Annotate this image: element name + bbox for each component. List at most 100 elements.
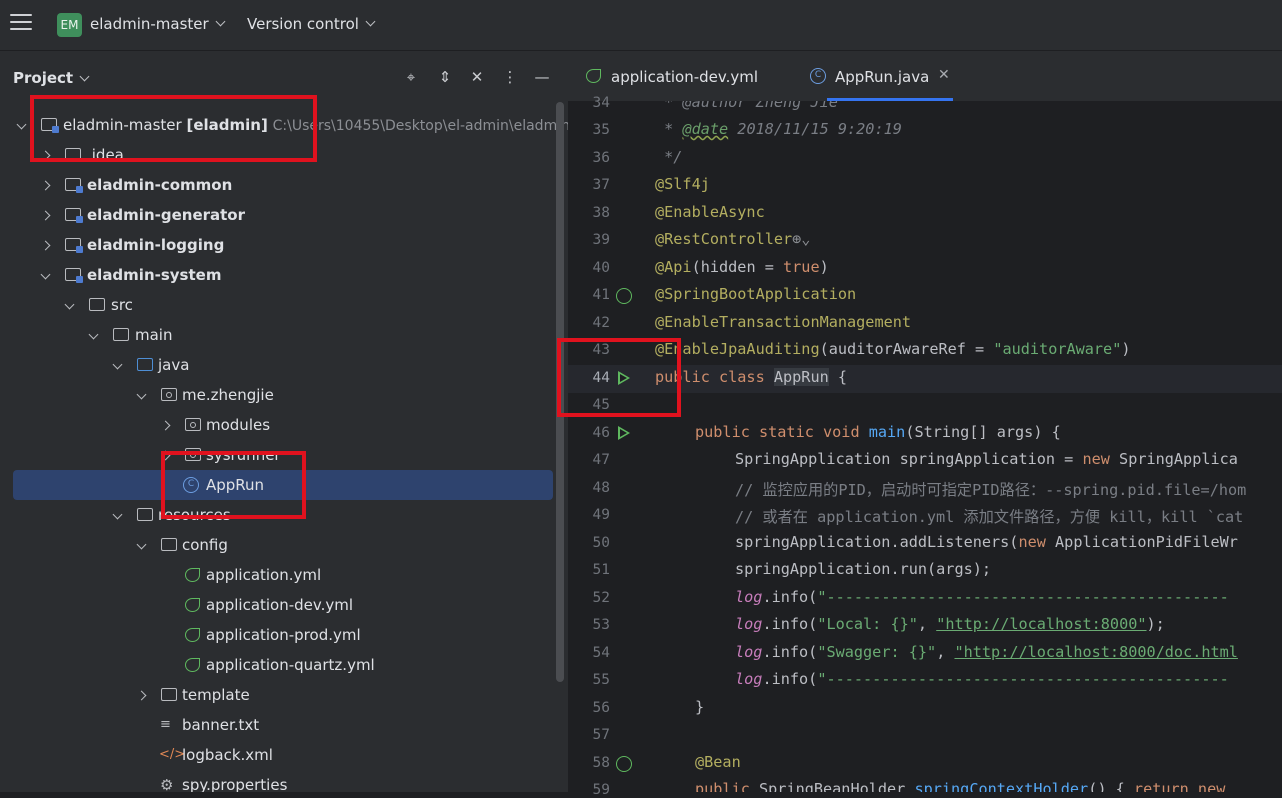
tree-row-idea[interactable]: .idea <box>0 140 556 170</box>
package-icon <box>185 418 201 431</box>
tree-row-eladmin-logging[interactable]: eladmin-logging <box>0 230 556 260</box>
tree-row-spy-properties[interactable]: ⚙ spy.properties <box>0 770 556 792</box>
line-number: 52 <box>592 590 610 606</box>
code-line: // 或者在 application.yml 添加文件路径，方便 kill，ki… <box>735 508 1244 526</box>
code-token: new <box>1082 450 1110 468</box>
expand-arrow-icon[interactable] <box>112 509 123 520</box>
expand-arrow-icon[interactable] <box>112 359 123 370</box>
bean-icon[interactable] <box>616 756 632 772</box>
line-number: 41 <box>592 287 610 303</box>
chevron-down-icon <box>215 16 226 27</box>
expand-arrow-icon[interactable] <box>88 329 99 340</box>
code-token: .info( <box>762 670 818 688</box>
project-view-selector[interactable]: Project <box>13 69 90 87</box>
tree-row-src[interactable]: src <box>0 290 556 320</box>
tree-row-java[interactable]: java <box>0 350 556 380</box>
tree-row-application-prod-yml[interactable]: application-prod.yml <box>0 620 556 650</box>
close-icon[interactable]: ✕ <box>938 67 950 83</box>
code-line: // 监控应用的PID，启动时可指定PID路径：--spring.pid.fil… <box>735 481 1247 499</box>
code-token: new <box>1018 533 1046 551</box>
tree-row-apprun[interactable]: C AppRun <box>13 470 553 500</box>
expand-arrow-icon[interactable] <box>160 450 171 461</box>
tree-row-banner-txt[interactable]: ≡ banner.txt <box>0 710 556 740</box>
globe-icon[interactable]: ⊕⌄ <box>792 230 810 248</box>
tree-row-template[interactable]: template <box>0 680 556 710</box>
line-number: 42 <box>592 315 610 331</box>
tree-row-application-yml[interactable]: application.yml <box>0 560 556 590</box>
expand-arrow-icon[interactable] <box>136 539 147 550</box>
package-icon <box>185 448 201 461</box>
tree-row-logback-xml[interactable]: </> logback.xml <box>0 740 556 770</box>
tree-row-main[interactable]: main <box>0 320 556 350</box>
tree-label: .idea <box>87 146 124 164</box>
code-token: (hidden = <box>691 258 784 276</box>
run-icon[interactable] <box>618 371 630 385</box>
code-token: public class <box>655 368 774 386</box>
folder-icon <box>161 538 177 551</box>
tree-row-eladmin-generator[interactable]: eladmin-generator <box>0 200 556 230</box>
tree-label: me.zhengjie <box>182 386 274 404</box>
code-token: .info( <box>762 615 818 633</box>
expand-arrow-icon[interactable] <box>136 389 147 400</box>
line-number: 50 <box>592 535 610 551</box>
code-line: @EnableJpaAuditing(auditorAwareRef = "au… <box>655 340 1131 358</box>
tree-row-eladmin-system[interactable]: eladmin-system <box>0 260 556 290</box>
folder-icon <box>113 328 129 341</box>
expand-arrow-icon[interactable] <box>16 119 27 130</box>
tree-row-eladmin-master[interactable]: eladmin-master [eladmin] C:\Users\10455\… <box>0 110 568 140</box>
code-link[interactable]: "http://localhost:8000" <box>936 615 1146 633</box>
code-token: "Local: {}" <box>817 615 918 633</box>
project-tree-scrollbar[interactable] <box>556 102 564 682</box>
code-token: "---------------------------------------… <box>817 670 1229 688</box>
version-control-menu[interactable]: Version control <box>247 15 376 33</box>
tree-label: modules <box>206 416 271 434</box>
tree-row-config[interactable]: config <box>0 530 556 560</box>
spring-config-icon <box>185 658 200 672</box>
tree-label: eladmin-master <box>63 116 182 134</box>
hide-panel-icon[interactable]: — <box>533 68 551 86</box>
code-area[interactable]: * @author Zheng Jie * @date 2018/11/15 9… <box>655 101 1282 792</box>
project-switcher[interactable]: eladmin-master <box>90 15 226 33</box>
project-badge[interactable]: EM <box>57 13 82 37</box>
code-line: } <box>695 698 705 716</box>
tab-application-dev-yml[interactable]: application-dev.yml <box>611 51 758 101</box>
tree-row-application-quartz-yml[interactable]: application-quartz.yml <box>0 650 556 680</box>
tree-label: banner.txt <box>182 716 260 734</box>
tree-row-eladmin-common[interactable]: eladmin-common <box>0 170 556 200</box>
code-line: @EnableAsync <box>655 203 765 221</box>
more-options-icon[interactable]: ⋮ <box>501 68 519 86</box>
expand-arrow-icon[interactable] <box>40 150 51 161</box>
code-token: , <box>936 643 955 661</box>
tree-row-me-zhengjie[interactable]: me.zhengjie <box>0 380 556 410</box>
expand-arrow-icon[interactable] <box>40 240 51 251</box>
code-token: , <box>917 615 937 633</box>
expand-arrow-icon[interactable] <box>40 210 51 221</box>
expand-arrow-icon[interactable] <box>40 269 51 280</box>
code-link[interactable]: "http://localhost:8000/doc.html <box>954 643 1237 661</box>
collapse-all-icon[interactable]: ✕ <box>468 68 486 86</box>
expand-all-icon[interactable]: ⇕ <box>436 68 454 86</box>
expand-arrow-icon[interactable] <box>64 299 75 310</box>
spring-config-icon <box>185 598 200 612</box>
tree-label: eladmin-logging <box>87 236 225 254</box>
expand-arrow-icon[interactable] <box>40 180 51 191</box>
panel-title: Project <box>13 69 74 87</box>
tree-row-application-dev-yml[interactable]: application-dev.yml <box>0 590 556 620</box>
folder-icon <box>161 688 177 701</box>
code-line: public static void main(String[] args) { <box>695 423 1061 441</box>
locate-icon[interactable]: ⌖ <box>402 68 420 86</box>
expand-arrow-icon[interactable] <box>160 420 171 431</box>
main-menu-icon[interactable] <box>10 14 32 34</box>
code-token: public <box>695 780 750 792</box>
run-icon[interactable] <box>618 426 630 440</box>
tab-apprun-java[interactable]: AppRun.java <box>826 51 954 101</box>
tree-row-modules[interactable]: modules <box>0 410 556 440</box>
spring-boot-icon[interactable] <box>616 288 632 304</box>
tree-row-resources[interactable]: resources <box>0 500 556 530</box>
expand-arrow-icon[interactable] <box>136 690 147 701</box>
tree-row-sysrunner[interactable]: sysrunner <box>0 440 556 470</box>
line-number: 56 <box>592 700 610 716</box>
chevron-down-icon <box>365 16 376 27</box>
code-token: "auditorAware" <box>993 340 1122 358</box>
line-number: 45 <box>592 397 610 413</box>
